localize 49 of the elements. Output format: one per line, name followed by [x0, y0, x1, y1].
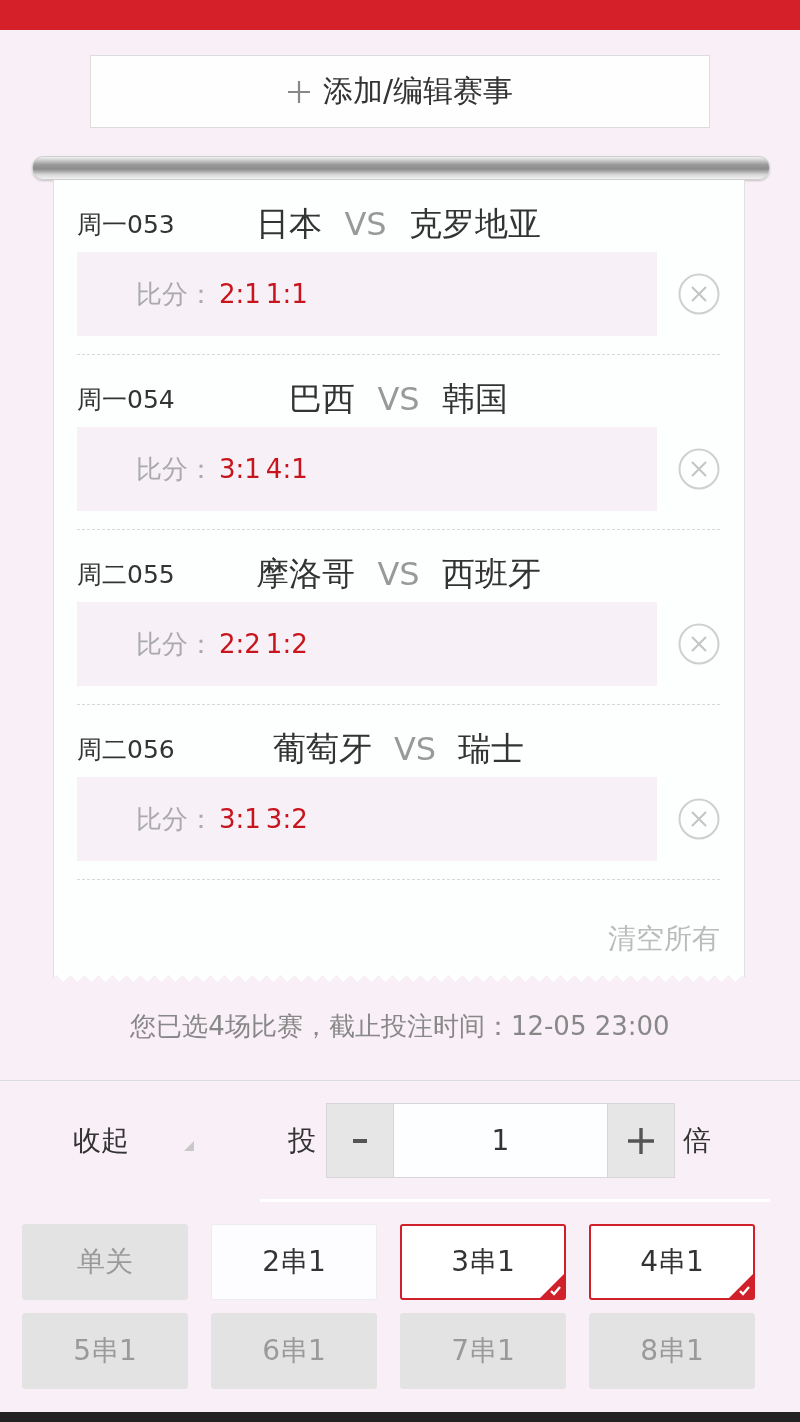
- home-team: 巴西: [289, 377, 356, 420]
- versus-label: VS: [377, 380, 420, 418]
- close-icon[interactable]: [678, 273, 720, 315]
- match-code: 周二055: [77, 558, 175, 591]
- bet-type-button[interactable]: 3串1: [400, 1224, 566, 1300]
- away-team: 韩国: [441, 377, 508, 420]
- versus-label: VS: [344, 205, 387, 243]
- score-pick: 4:1: [265, 454, 308, 484]
- score-pick: 1:1: [265, 279, 308, 309]
- close-icon[interactable]: [678, 448, 720, 490]
- home-team: 日本: [256, 202, 323, 245]
- close-icon[interactable]: [678, 623, 720, 665]
- increase-button[interactable]: [607, 1103, 675, 1178]
- score-pick: 3:1: [219, 804, 261, 834]
- collapse-button[interactable]: 收起: [73, 1121, 194, 1160]
- score-label: 比分：: [136, 452, 214, 486]
- decrease-button[interactable]: [326, 1103, 394, 1178]
- times-label: 倍: [683, 1122, 711, 1159]
- away-team: 瑞士: [458, 727, 525, 770]
- away-team: 克罗地亚: [408, 202, 541, 245]
- check-corner-icon: [540, 1274, 564, 1298]
- versus-label: VS: [377, 555, 420, 593]
- score-label: 比分：: [136, 277, 214, 311]
- match-code: 周一053: [77, 208, 175, 241]
- match-code: 周二056: [77, 733, 175, 766]
- plus-icon: [628, 1127, 654, 1154]
- multiplier-field[interactable]: 1: [394, 1103, 607, 1178]
- home-team: 葡萄牙: [272, 727, 372, 770]
- score-pick: 1:2: [265, 629, 308, 659]
- away-team: 西班牙: [441, 552, 541, 595]
- close-icon[interactable]: [678, 798, 720, 840]
- score-pick: 2:2: [219, 629, 261, 659]
- score-pick: 3:2: [265, 804, 308, 834]
- score-label: 比分：: [136, 627, 214, 661]
- score-pick: 3:1: [219, 454, 261, 484]
- bet-label: 投: [288, 1122, 316, 1159]
- corner-triangle-icon: [184, 1140, 194, 1151]
- minus-icon: [353, 1138, 367, 1143]
- add-edit-matches-button[interactable]: 添加/编辑赛事: [90, 55, 710, 128]
- score-pick: 2:1: [219, 279, 261, 309]
- bet-type-button[interactable]: 2串1: [211, 1224, 377, 1300]
- versus-label: VS: [393, 730, 437, 768]
- selection-summary: 您已选4场比赛，截止投注时间：12-05 23:00: [130, 1010, 670, 1043]
- check-corner-icon: [729, 1274, 753, 1298]
- bet-type-button[interactable]: 4串1: [589, 1224, 755, 1300]
- plus-icon: [286, 79, 311, 104]
- home-team: 摩洛哥: [256, 552, 356, 595]
- match-code: 周一054: [77, 383, 175, 416]
- score-label: 比分：: [136, 802, 214, 836]
